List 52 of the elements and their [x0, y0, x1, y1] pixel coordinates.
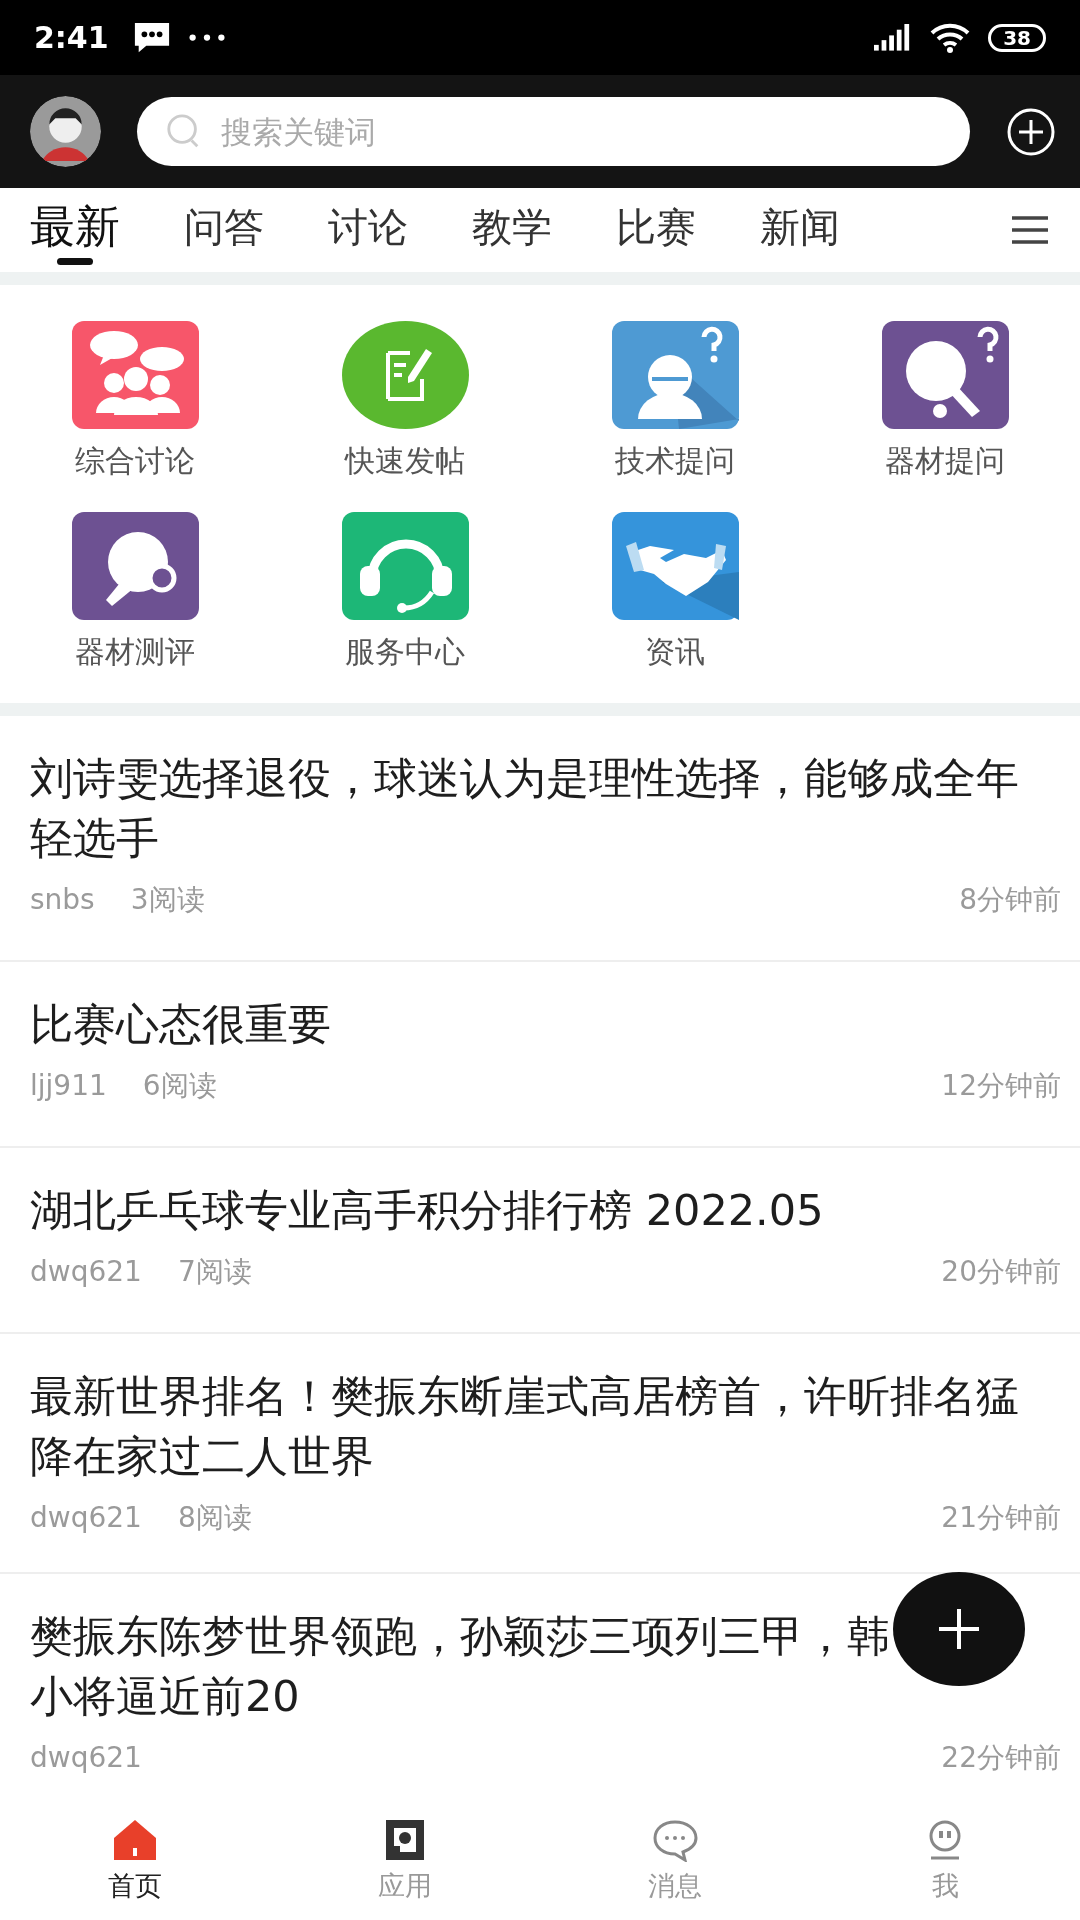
read-count: 7阅读 [177, 1254, 252, 1290]
post-title[interactable]: 湖北乒乓球专业高手积分排行榜 2022.05 [30, 1180, 1030, 1240]
post-author: dwq621 [30, 1500, 142, 1536]
handshake-icon [611, 512, 739, 620]
post-author: dwq621 [30, 1740, 142, 1776]
shortcut-button[interactable]: 器材测评 [71, 512, 199, 673]
shortcut-button[interactable]: 器材提问 [881, 321, 1009, 482]
post-title[interactable]: 小将逼近前20 [30, 1666, 1030, 1726]
read-count: 3阅读 [130, 882, 205, 918]
status-time: 2:41 [34, 20, 109, 55]
post-author: ljj911 [30, 1068, 107, 1104]
nav-tab[interactable]: 首页 [108, 1814, 162, 1908]
post-time: 22分钟前 [941, 1740, 1061, 1776]
post-title[interactable]: 最新世界排名！樊振东断崖式高居榜首，许昕排名猛降在家过二人世界 [30, 1366, 1030, 1486]
post-time: 21分钟前 [941, 1500, 1061, 1536]
chat-group-icon [71, 321, 199, 429]
shortcut-button[interactable]: 综合讨论 [71, 321, 199, 482]
category-tab[interactable]: 讨论 [312, 193, 424, 267]
wifi-icon [930, 22, 971, 53]
post-time: 12分钟前 [941, 1068, 1061, 1104]
edit-note-icon [341, 321, 469, 429]
avatar[interactable] [30, 96, 101, 167]
message-icon [132, 21, 171, 54]
post-author: dwq621 [30, 1254, 142, 1290]
home-icon [112, 1818, 158, 1862]
plus-icon [937, 1607, 981, 1651]
shortcut-button[interactable]: 技术提问 [611, 321, 739, 482]
shortcut-button[interactable]: 资讯 [611, 512, 739, 673]
chat-icon [652, 1818, 698, 1862]
person-question-icon [611, 321, 739, 429]
battery-indicator: 38 [988, 23, 1046, 52]
post-title[interactable]: 樊振东陈梦世界领跑，孙颖莎三项列三甲，韩 [30, 1606, 1030, 1666]
headset-icon [341, 512, 469, 620]
category-tab[interactable]: 比赛 [600, 193, 712, 267]
category-tab[interactable]: 问答 [168, 193, 280, 267]
category-tab[interactable]: 最新 [14, 193, 136, 267]
shortcut-button[interactable]: 服务中心 [341, 512, 469, 673]
shortcut-button[interactable]: 快速发帖 [341, 321, 469, 482]
add-button[interactable] [1006, 106, 1056, 157]
post-author: snbs [30, 882, 95, 918]
category-tab[interactable]: 新闻 [744, 193, 856, 267]
post-title[interactable]: 比赛心态很重要 [30, 994, 1030, 1054]
read-count: 6阅读 [142, 1068, 217, 1104]
post-time: 20分钟前 [941, 1254, 1061, 1290]
post-title[interactable]: 刘诗雯选择退役，球迷认为是理性选择，能够成全年轻选手 [30, 748, 1030, 868]
search-field[interactable]: 搜索关键词 [137, 97, 970, 166]
more-dots-icon [188, 33, 225, 42]
menu-icon[interactable] [1010, 215, 1050, 245]
post-time: 8分钟前 [959, 882, 1061, 918]
paddle-question-icon [881, 321, 1009, 429]
read-count: 8阅读 [177, 1500, 252, 1536]
category-tab[interactable]: 教学 [456, 193, 568, 267]
